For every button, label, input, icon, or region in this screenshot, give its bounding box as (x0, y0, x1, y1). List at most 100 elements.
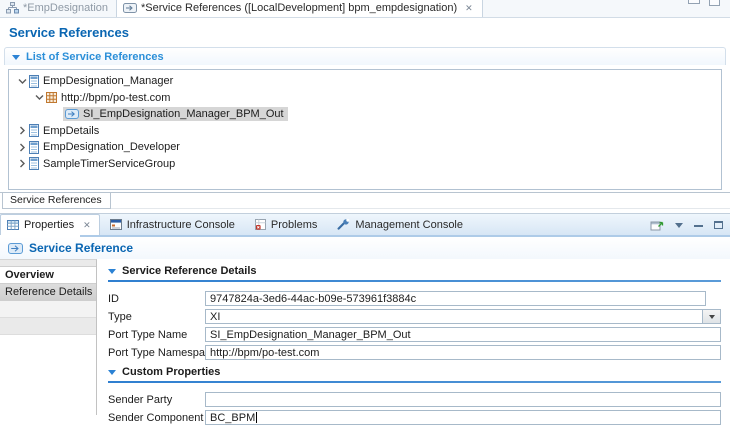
tree-item-label: SampleTimerServiceGroup (39, 158, 175, 170)
service-interface-icon (65, 109, 79, 119)
minimize-icon[interactable] (688, 0, 700, 4)
nav-item-overview[interactable]: Overview (0, 267, 96, 284)
tab-label: Management Console (355, 219, 463, 231)
service-group-icon (29, 157, 39, 170)
tree-row[interactable]: http://bpm/po-test.com (9, 90, 721, 107)
tree-item-label: SI_EmpDesignation_Manager_BPM_Out (79, 108, 284, 120)
sender-component-input[interactable]: BC_BPM (205, 410, 721, 425)
type-dropdown-button[interactable] (702, 309, 721, 324)
process-icon (6, 2, 19, 14)
view-toolbar (650, 214, 723, 236)
field-label: Sender Party (108, 394, 205, 406)
wrench-icon (337, 219, 350, 230)
infrastructure-console-icon (110, 219, 122, 230)
type-value-box: XI (205, 309, 702, 324)
properties-icon (7, 220, 19, 230)
port-type-namespace-input[interactable]: http://bpm/po-test.com (205, 345, 721, 360)
tab-label: Problems (271, 219, 317, 231)
chevron-down-icon (709, 315, 715, 319)
field-row-type: Type XI (108, 309, 721, 324)
tree-row[interactable]: EmpDetails (9, 123, 721, 140)
section-title: List of Service References (26, 51, 164, 63)
close-icon[interactable]: ✕ (82, 220, 92, 231)
service-references-icon (123, 3, 137, 13)
text-cursor (256, 412, 257, 423)
chevron-down-icon[interactable] (32, 94, 46, 101)
tree-row[interactable]: SampleTimerServiceGroup (9, 156, 721, 173)
field-row-sender-party: Sender Party (108, 392, 721, 407)
namespace-icon (46, 92, 57, 103)
type-select[interactable]: XI (205, 309, 721, 324)
editor-bottom-tabs: Service References (0, 192, 730, 209)
tab-infrastructure-console[interactable]: Infrastructure Console (100, 214, 245, 235)
section-title: Custom Properties (122, 366, 220, 378)
tree-row[interactable]: EmpDesignation_Developer (9, 139, 721, 156)
section-underline (108, 381, 721, 383)
id-input[interactable]: 9747824a-3ed6-44ac-b09e-573961f3884c (205, 291, 706, 306)
tab-label: Properties (24, 219, 74, 231)
minimize-view-icon[interactable] (694, 224, 703, 227)
id-value: 9747824a-3ed6-44ac-b09e-573961f3884c (210, 293, 416, 305)
tree-row[interactable]: EmpDesignation_Manager (9, 73, 721, 90)
editor-tab-label: *EmpDesignation (23, 2, 108, 14)
type-value: XI (210, 311, 220, 323)
field-label: Port Type Name (108, 329, 205, 341)
tab-properties[interactable]: Properties ✕ (0, 214, 100, 235)
window-controls (688, 0, 720, 6)
port-type-name-input[interactable]: SI_EmpDesignation_Manager_BPM_Out (205, 327, 721, 342)
editor-tab-empdesignation[interactable]: *EmpDesignation (0, 0, 116, 17)
field-row-sender-component: Sender Component BC_BPM (108, 410, 721, 425)
tree-item-label: http://bpm/po-test.com (57, 92, 170, 104)
nav-empty-row (0, 318, 96, 335)
port-type-namespace-value: http://bpm/po-test.com (210, 347, 319, 359)
maximize-view-icon[interactable] (714, 221, 723, 229)
chevron-down-icon[interactable] (15, 78, 29, 85)
sheet-tab-filler (111, 193, 730, 209)
tab-problems[interactable]: Problems (245, 214, 327, 235)
nav-empty-row (0, 301, 96, 318)
field-row-port-type-name: Port Type Name SI_EmpDesignation_Manager… (108, 327, 721, 342)
service-group-icon (29, 124, 39, 137)
service-group-icon (29, 75, 39, 88)
tree-item-label: EmpDetails (39, 125, 99, 137)
field-label: Port Type Namespace (108, 347, 205, 359)
sender-party-input[interactable] (205, 392, 721, 407)
properties-body: Overview Reference Details Service Refer… (0, 259, 730, 415)
tree-selection: SI_EmpDesignation_Manager_BPM_Out (63, 107, 288, 121)
editor-tab-label: *Service References ([LocalDevelopment] … (141, 2, 457, 14)
maximize-icon[interactable] (709, 0, 720, 6)
field-row-id: ID 9747824a-3ed6-44ac-b09e-573961f3884c (108, 291, 721, 306)
views-tabbar: Properties ✕ Infrastructure Console Prob… (0, 213, 730, 235)
properties-main: Service Reference Details ID 9747824a-3e… (97, 259, 730, 415)
section-list-of-service-references[interactable]: List of Service References (4, 47, 726, 65)
collapse-triangle-icon (108, 370, 116, 375)
tree-item-label: EmpDesignation_Manager (39, 75, 173, 87)
sheet-tab-service-references[interactable]: Service References (2, 193, 111, 209)
field-label: Type (108, 311, 205, 323)
field-row-port-type-namespace: Port Type Namespace http://bpm/po-test.c… (108, 345, 721, 360)
section-service-reference-details[interactable]: Service Reference Details (108, 265, 721, 277)
collapse-triangle-icon (108, 269, 116, 274)
close-icon[interactable]: ✕ (464, 3, 474, 14)
section-title: Service Reference Details (122, 265, 257, 277)
chevron-right-icon[interactable] (15, 126, 29, 135)
service-group-icon (29, 141, 39, 154)
open-new-view-icon[interactable] (650, 219, 664, 231)
tree-row-selected[interactable]: SI_EmpDesignation_Manager_BPM_Out (9, 106, 721, 123)
problems-icon (255, 219, 266, 230)
editor-tab-service-references[interactable]: *Service References ([LocalDevelopment] … (116, 0, 483, 17)
section-underline (108, 280, 721, 282)
chevron-right-icon[interactable] (15, 159, 29, 168)
properties-header-title: Service Reference (29, 241, 133, 255)
field-label: Sender Component (108, 412, 205, 424)
view-menu-icon[interactable] (675, 223, 683, 228)
tree-item-label: EmpDesignation_Developer (39, 141, 180, 153)
editor-tabbar: *EmpDesignation *Service References ([Lo… (0, 0, 730, 18)
section-custom-properties[interactable]: Custom Properties (108, 366, 721, 378)
nav-header-row (0, 260, 96, 267)
properties-nav: Overview Reference Details (0, 259, 97, 415)
tab-management-console[interactable]: Management Console (327, 214, 473, 235)
properties-view-header: Service Reference (0, 237, 730, 259)
nav-item-reference-details[interactable]: Reference Details (0, 284, 96, 301)
chevron-right-icon[interactable] (15, 143, 29, 152)
